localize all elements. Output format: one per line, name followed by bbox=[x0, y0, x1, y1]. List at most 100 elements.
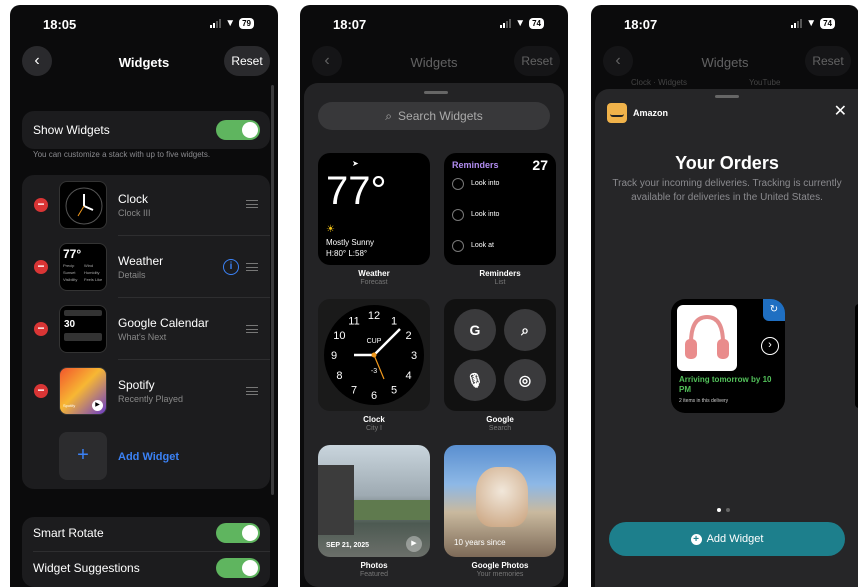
clock-thumbnail bbox=[59, 181, 107, 229]
status-time: 18:07 bbox=[333, 17, 367, 32]
show-widgets-toggle[interactable] bbox=[216, 120, 260, 140]
background-label: Clock · Widgets bbox=[631, 78, 688, 87]
widget-gallery-sheet: ⌕ Search Widgets ➤ 77° ☀ Mostly Sunny H:… bbox=[304, 83, 564, 587]
reminder-item: Look into bbox=[471, 180, 500, 187]
add-widget-link[interactable]: Add Widget bbox=[118, 451, 179, 463]
clock-city: CUP bbox=[367, 338, 382, 345]
clock-numeral: 10 bbox=[333, 330, 345, 342]
google-photos-widget-preview[interactable]: 10 years since bbox=[444, 445, 556, 557]
remove-weather-button[interactable]: − bbox=[34, 260, 48, 274]
widget-style: Recently Played bbox=[118, 394, 184, 404]
clock-widget-preview[interactable]: 12 1 2 3 4 5 6 7 8 9 10 11 CUP -3 bbox=[318, 299, 430, 411]
status-time: 18:07 bbox=[624, 17, 658, 32]
weather-thumbnail: 77° Precip Wind Sunset Humidity Visibili… bbox=[59, 243, 107, 291]
reset-button: Reset bbox=[514, 46, 560, 76]
widget-label: Google bbox=[486, 415, 514, 424]
wifi-icon: ▼ bbox=[806, 18, 817, 29]
drag-handle-icon[interactable] bbox=[246, 325, 258, 333]
widget-name: Clock bbox=[118, 192, 149, 206]
rotation-settings: Smart Rotate Widget Suggestions bbox=[22, 517, 270, 587]
reminder-item: Look into bbox=[471, 211, 500, 218]
delivery-status: Arriving tomorrow by 10 PM bbox=[679, 375, 772, 394]
reset-button[interactable]: Reset bbox=[224, 46, 270, 76]
drag-handle-icon[interactable] bbox=[246, 387, 258, 395]
app-name: Amazon bbox=[633, 108, 669, 118]
remove-spotify-button[interactable]: − bbox=[34, 384, 48, 398]
widget-sublabel: Your memories bbox=[476, 571, 524, 578]
clock-numeral: 4 bbox=[406, 370, 412, 382]
widget-sublabel: Forecast bbox=[360, 279, 388, 286]
widget-name: Spotify bbox=[118, 378, 155, 392]
weather-thumb-temp: 77° bbox=[63, 247, 82, 261]
sheet-grabber[interactable] bbox=[424, 91, 448, 94]
drag-handle-icon[interactable] bbox=[246, 200, 258, 208]
wifi-icon: ▼ bbox=[225, 18, 236, 29]
widget-style: Clock III bbox=[118, 208, 151, 218]
info-icon[interactable]: i bbox=[223, 259, 239, 275]
memory-caption: 10 years since bbox=[454, 538, 506, 547]
clock-numeral: 6 bbox=[371, 390, 377, 402]
reminders-widget-preview[interactable]: Reminders 27 Look into Look into Look at bbox=[444, 153, 556, 265]
widget-sublabel: City I bbox=[366, 425, 382, 432]
phone-widgets-settings: 18:05 ▼ 79 ‹ Widgets Reset Show Widgets … bbox=[10, 5, 278, 587]
delivery-items: 2 items in this delivery bbox=[679, 398, 729, 404]
add-widget-tile[interactable]: + bbox=[59, 432, 107, 480]
reminder-checkbox bbox=[452, 178, 464, 190]
smart-rotate-toggle[interactable] bbox=[216, 523, 260, 543]
wifi-icon: ▼ bbox=[515, 18, 526, 29]
widget-label: Clock bbox=[363, 415, 385, 424]
divider bbox=[118, 235, 270, 236]
google-search-button: G bbox=[454, 309, 496, 351]
calendar-thumbnail: 30 bbox=[59, 305, 107, 353]
widget-sublabel: List bbox=[494, 279, 506, 286]
amazon-widget-preview[interactable]: ↻ › Arriving tomorrow by 10 PM 2 items i… bbox=[671, 299, 785, 413]
reminder-item: Look at bbox=[471, 242, 494, 249]
widget-label: Google Photos bbox=[471, 561, 529, 570]
remove-clock-button[interactable]: − bbox=[34, 198, 48, 212]
widget-sublabel: Featured bbox=[359, 571, 389, 578]
status-time: 18:05 bbox=[43, 17, 77, 32]
clock-numeral: 2 bbox=[406, 330, 412, 342]
battery-indicator: 74 bbox=[529, 18, 544, 29]
weather-thumb-cell: Wind bbox=[84, 263, 94, 268]
chevron-right-icon: › bbox=[761, 337, 779, 355]
widget-detail-sheet: Amazon ✕ Your Orders Track your incoming… bbox=[595, 89, 858, 587]
reminders-count: 27 bbox=[532, 157, 548, 173]
google-widget-preview[interactable]: G ⌕ 🎙 ◎ bbox=[444, 299, 556, 411]
widget-description: Track your incoming deliveries. Tracking… bbox=[612, 178, 842, 203]
sheet-grabber[interactable] bbox=[715, 95, 739, 98]
clock-numeral: 7 bbox=[351, 385, 357, 397]
reminder-checkbox bbox=[452, 209, 464, 221]
close-icon[interactable]: ✕ bbox=[834, 101, 847, 121]
show-widgets-label: Show Widgets bbox=[33, 123, 110, 137]
widget-label: Reminders bbox=[479, 269, 521, 278]
reminder-checkbox bbox=[452, 240, 464, 252]
clock-numeral: 1 bbox=[391, 315, 397, 327]
add-widget-button[interactable]: + Add Widget bbox=[609, 522, 845, 556]
divider bbox=[118, 297, 270, 298]
weather-thumb-cell: Sunset bbox=[63, 270, 76, 275]
scrollbar[interactable] bbox=[271, 85, 274, 495]
search-widgets-field[interactable]: ⌕ Search Widgets bbox=[318, 102, 550, 130]
phone-widget-gallery: 18:07 ▼ 74 ‹ Widgets Reset ⌕ Search Widg… bbox=[300, 5, 568, 587]
page-indicator[interactable] bbox=[717, 508, 730, 512]
location-arrow-icon: ➤ bbox=[352, 159, 359, 168]
search-plus-icon: ⌕ bbox=[504, 309, 546, 351]
drag-handle-icon[interactable] bbox=[246, 263, 258, 271]
battery-indicator: 74 bbox=[820, 18, 835, 29]
photos-widget-preview[interactable]: SEP 21, 2025 ▶ bbox=[318, 445, 430, 557]
signal-icon bbox=[791, 19, 803, 28]
clock-numeral: 12 bbox=[368, 310, 380, 322]
widget-style: What's Next bbox=[118, 332, 167, 342]
widget-name: Weather bbox=[118, 254, 164, 268]
weather-widget-preview[interactable]: ➤ 77° ☀ Mostly Sunny H:80° L:58° bbox=[318, 153, 430, 265]
widget-suggestions-toggle[interactable] bbox=[216, 558, 260, 578]
widget-stack-list: − Clock Clock III − 77° Precip Wind Suns… bbox=[22, 175, 270, 489]
weather-condition: Mostly Sunny bbox=[326, 238, 375, 247]
clock-numeral: 11 bbox=[348, 315, 359, 327]
weather-thumb-cell: Visibility bbox=[63, 277, 78, 282]
clock-numeral: 3 bbox=[411, 350, 417, 362]
weather-temp: 77° bbox=[326, 169, 387, 213]
product-image bbox=[677, 305, 737, 371]
remove-calendar-button[interactable]: − bbox=[34, 322, 48, 336]
